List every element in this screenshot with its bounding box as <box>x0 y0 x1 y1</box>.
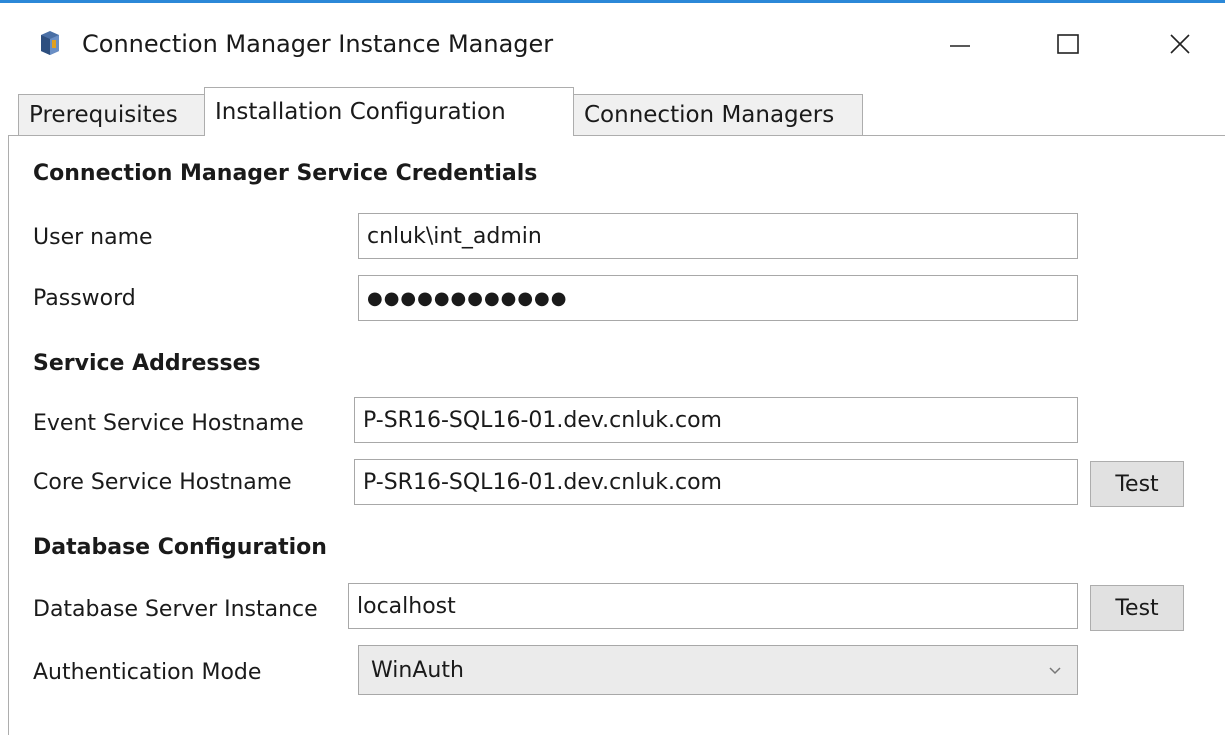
db-instance-input[interactable]: localhost <box>348 583 1078 629</box>
maximize-icon <box>1057 34 1079 54</box>
tab-prerequisites[interactable]: Prerequisites <box>18 94 205 135</box>
username-input[interactable]: cnluk\int_admin <box>358 213 1078 259</box>
app-window: Connection Manager Instance Manager Prer… <box>0 0 1225 735</box>
event-hostname-input[interactable]: P-SR16-SQL16-01.dev.cnluk.com <box>354 397 1078 443</box>
core-test-button[interactable]: Test <box>1090 461 1184 507</box>
close-icon <box>1170 34 1190 54</box>
password-input[interactable]: ●●●●●●●●●●●● <box>358 275 1078 321</box>
database-section-title: Database Configuration <box>33 535 327 560</box>
password-label: Password <box>33 286 136 311</box>
db-instance-test-button[interactable]: Test <box>1090 585 1184 631</box>
tab-installation-configuration[interactable]: Installation Configuration <box>204 87 574 136</box>
addresses-section-title: Service Addresses <box>33 351 261 376</box>
chevron-down-icon <box>1047 660 1063 685</box>
core-hostname-label: Core Service Hostname <box>33 470 292 495</box>
core-hostname-input[interactable]: P-SR16-SQL16-01.dev.cnluk.com <box>354 459 1078 505</box>
event-hostname-label: Event Service Hostname <box>33 411 304 436</box>
close-button[interactable] <box>1140 14 1220 74</box>
title-bar: Connection Manager Instance Manager <box>0 6 1225 86</box>
username-label: User name <box>33 225 153 250</box>
tab-connection-managers[interactable]: Connection Managers <box>573 94 863 135</box>
minimize-button[interactable] <box>920 14 1000 74</box>
auth-mode-label: Authentication Mode <box>33 660 262 685</box>
app-icon <box>38 29 62 57</box>
window-title: Connection Manager Instance Manager <box>82 30 554 58</box>
db-instance-label: Database Server Instance <box>33 597 318 622</box>
auth-mode-value: WinAuth <box>371 657 464 683</box>
maximize-button[interactable] <box>1028 14 1108 74</box>
credentials-section-title: Connection Manager Service Credentials <box>33 161 538 186</box>
minimize-icon <box>950 45 970 47</box>
auth-mode-select[interactable]: WinAuth <box>358 645 1078 695</box>
